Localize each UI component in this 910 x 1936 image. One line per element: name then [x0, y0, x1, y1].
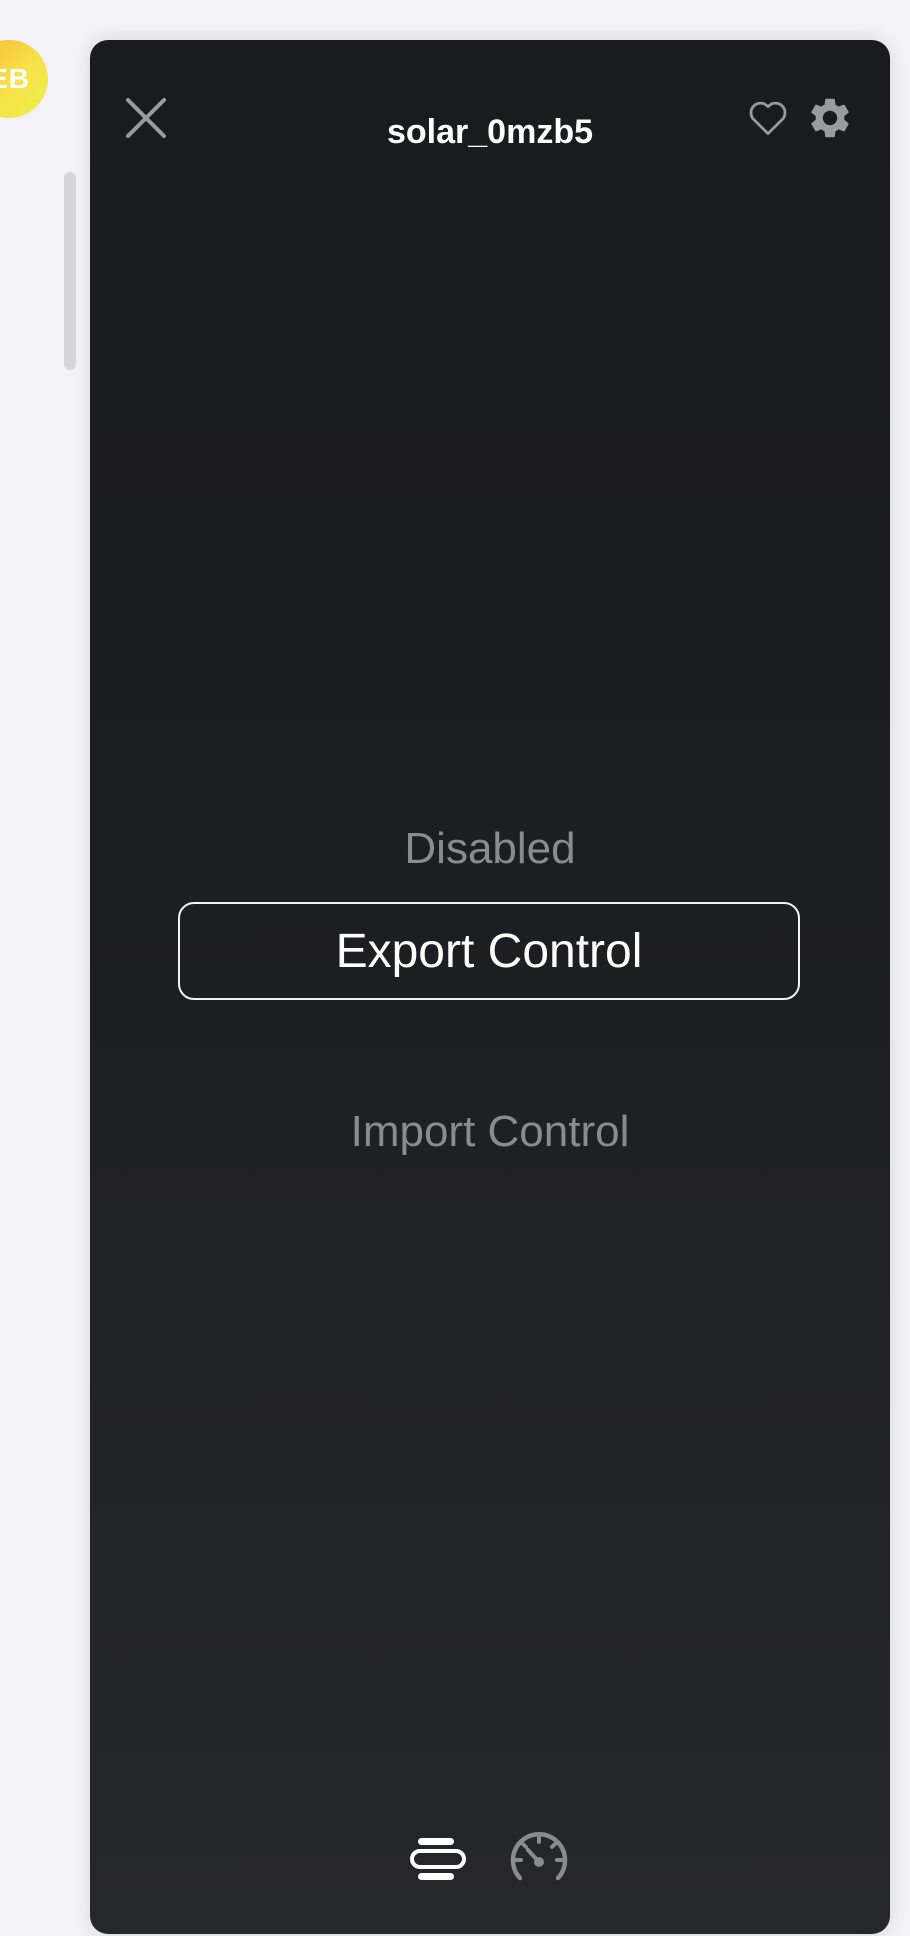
- settings-button[interactable]: [806, 94, 854, 142]
- option-export-control-label: Export Control: [335, 924, 643, 978]
- list-icon: [410, 1838, 466, 1880]
- nav-gauge-button[interactable]: [508, 1828, 570, 1890]
- gauge-icon: [510, 1832, 568, 1881]
- nav-list-button[interactable]: [408, 1832, 468, 1888]
- bottom-nav: [90, 1826, 890, 1896]
- avatar[interactable]: EB: [0, 40, 48, 118]
- heart-icon: [749, 101, 787, 135]
- background-scrollbar[interactable]: [64, 172, 76, 370]
- option-export-control[interactable]: Export Control: [178, 902, 800, 1000]
- dialog-panel: solar_0mzb5 Disabled Export Control Impo…: [90, 40, 890, 1934]
- option-import-control[interactable]: Import Control: [90, 1110, 890, 1154]
- option-disabled[interactable]: Disabled: [90, 827, 890, 871]
- gear-icon: [811, 98, 849, 138]
- favorite-button[interactable]: [746, 96, 790, 140]
